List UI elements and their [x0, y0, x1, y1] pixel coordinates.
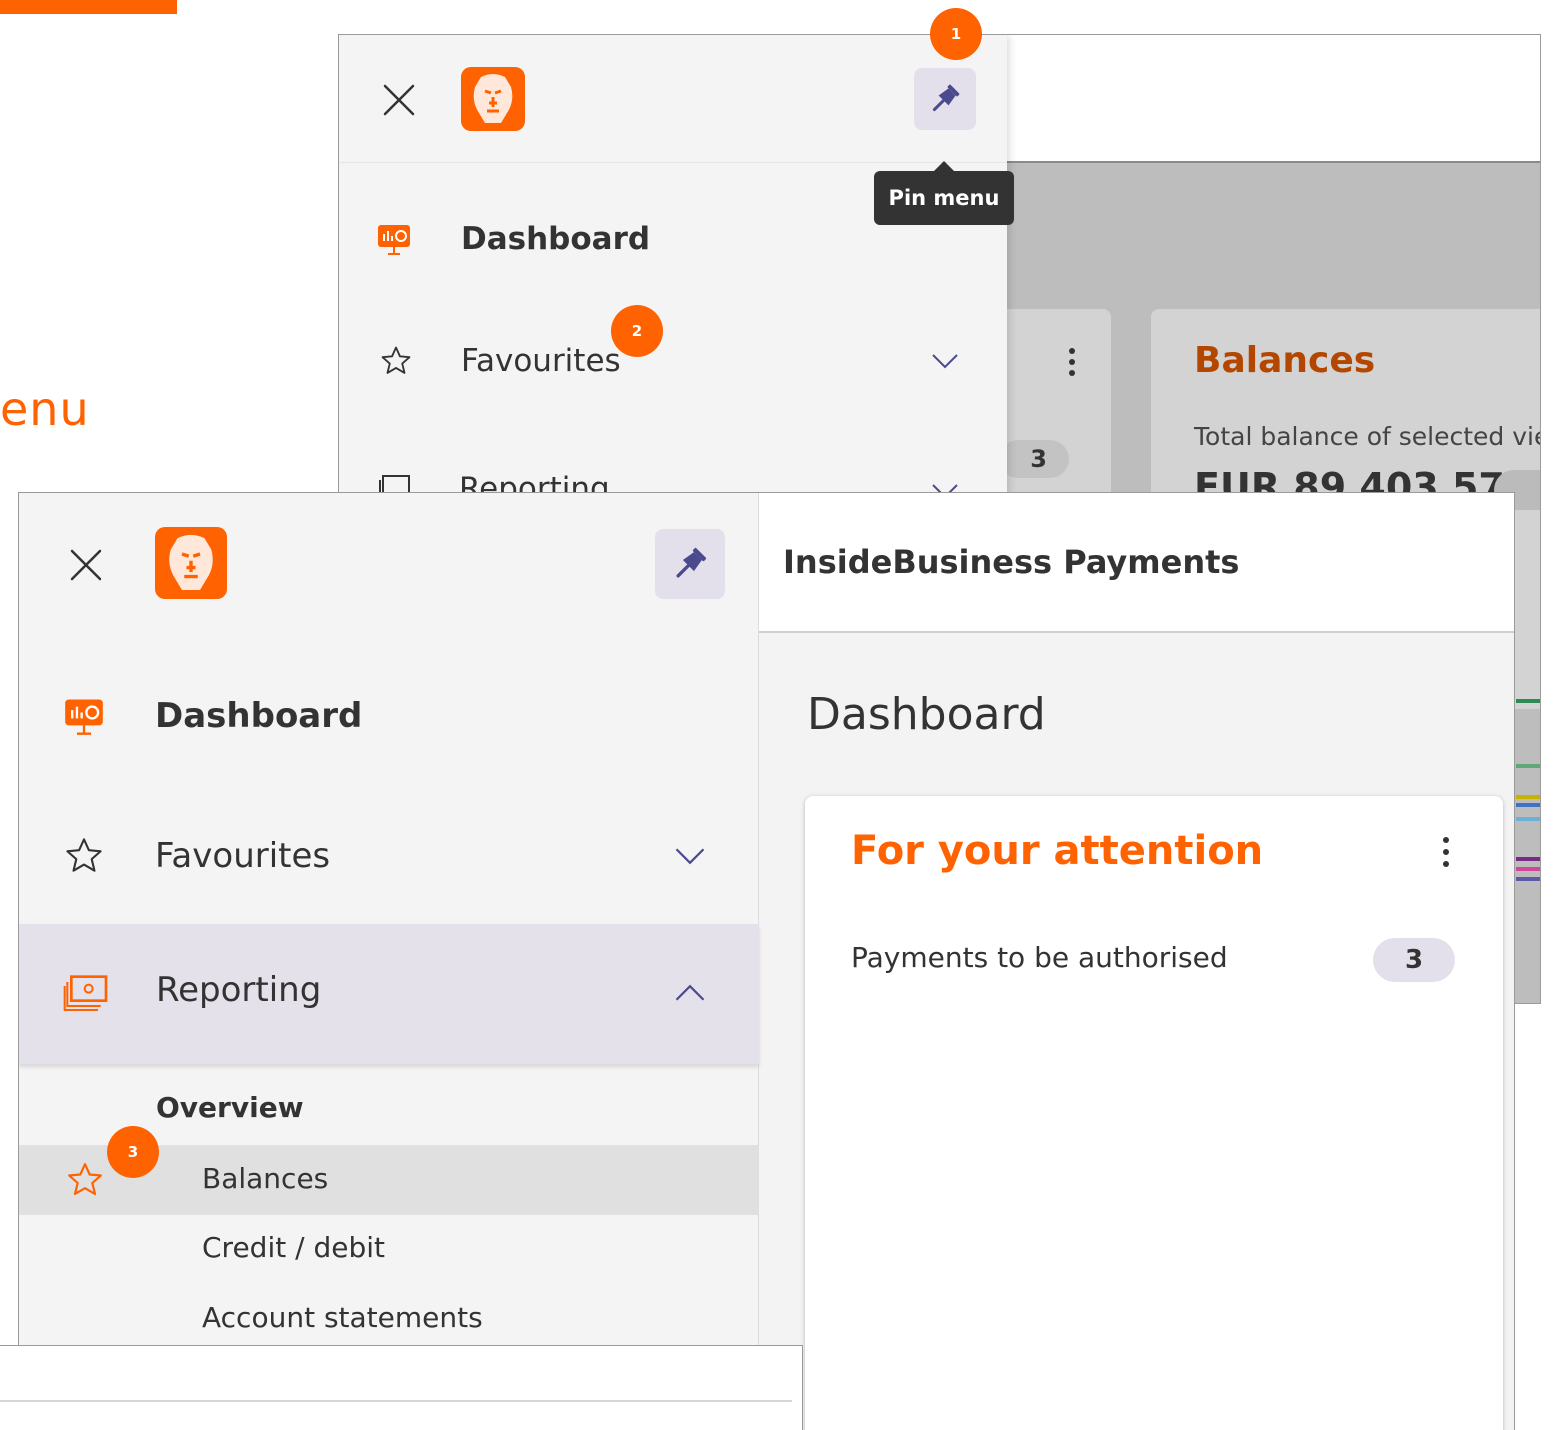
star-icon: [381, 346, 411, 374]
star-icon: [66, 838, 102, 872]
front-screenshot: Dashboard Favourites Reporting Overview: [18, 492, 1515, 1430]
submenu-account-statements[interactable]: Account statements: [202, 1301, 483, 1334]
back-side-menu: Dashboard Favourites Reporting: [339, 35, 1007, 507]
chevron-up-icon[interactable]: [674, 984, 706, 1002]
chart-line: [1516, 867, 1540, 871]
lion-logo: [155, 527, 227, 599]
payments-to-authorise-label[interactable]: Payments to be authorised: [851, 941, 1228, 974]
chart-line: [1516, 795, 1540, 799]
reporting-icon: [63, 975, 108, 1011]
pin-menu-tooltip: Pin menu: [874, 161, 1014, 225]
pin-menu-button[interactable]: [655, 529, 725, 599]
chart-line: [1516, 699, 1540, 703]
orange-accent-bar: [0, 0, 177, 14]
menu-item-dashboard[interactable]: Dashboard: [63, 696, 362, 736]
app-header: InsideBusiness Payments: [759, 493, 1514, 633]
chart-line: [1516, 764, 1540, 768]
submenu-overview[interactable]: Overview: [156, 1091, 304, 1124]
dashboard-icon: [378, 225, 410, 255]
step-badge-2: 2: [611, 305, 663, 357]
card-title: For your attention: [851, 828, 1264, 874]
step-badge-3: 3: [107, 1126, 159, 1178]
divider: [0, 1400, 792, 1402]
chart-line: [1516, 817, 1540, 821]
menu-item-favourites[interactable]: Favourites: [379, 343, 621, 379]
page-title: Dashboard: [807, 689, 1046, 740]
menu-item-label: Favourites: [155, 836, 331, 876]
overlapping-panel: [0, 1345, 803, 1430]
kebab-menu-icon[interactable]: [1441, 836, 1451, 868]
submenu-balances: Balances: [202, 1162, 329, 1195]
favourite-star-icon[interactable]: [65, 1160, 105, 1200]
chart-line: [1516, 857, 1540, 861]
step-badge-1: 1: [930, 8, 982, 60]
kebab-menu-icon[interactable]: [1067, 347, 1077, 377]
close-icon[interactable]: [381, 82, 417, 118]
balances-subtitle: Total balance of selected vie: [1194, 422, 1541, 451]
dashboard-icon: [65, 699, 103, 735]
side-menu: Dashboard Favourites Reporting Overview: [19, 493, 759, 1430]
lion-logo: [461, 67, 525, 131]
chart-line: [1516, 803, 1540, 807]
chevron-down-icon[interactable]: [931, 353, 959, 369]
menu-item-label: Reporting: [156, 970, 322, 1010]
menu-item-dashboard[interactable]: Dashboard: [377, 221, 650, 257]
app-title: InsideBusiness Payments: [783, 543, 1240, 581]
for-your-attention-card: For your attention Payments to be author…: [805, 796, 1503, 1430]
balances-title: Balances: [1194, 340, 1376, 381]
pin-icon: [932, 84, 960, 112]
chevron-down-icon[interactable]: [674, 847, 706, 865]
menu-item-reporting-active[interactable]: Reporting: [19, 924, 759, 1064]
menu-item-favourites[interactable]: Favourites: [63, 835, 330, 877]
menu-item-label: Dashboard: [461, 221, 651, 257]
menu-item-label: Dashboard: [155, 696, 363, 736]
chart-line: [1516, 877, 1540, 881]
back-menu-header: [339, 35, 1007, 163]
pin-icon: [676, 547, 707, 578]
close-icon[interactable]: [68, 547, 104, 583]
pin-menu-button[interactable]: [914, 68, 976, 130]
submenu-credit-debit[interactable]: Credit / debit: [202, 1231, 385, 1264]
back-count-badge: 3: [999, 440, 1069, 478]
partial-slide-heading: enu: [0, 382, 90, 436]
count-badge: 3: [1373, 938, 1455, 982]
menu-item-label: Favourites: [461, 343, 621, 379]
